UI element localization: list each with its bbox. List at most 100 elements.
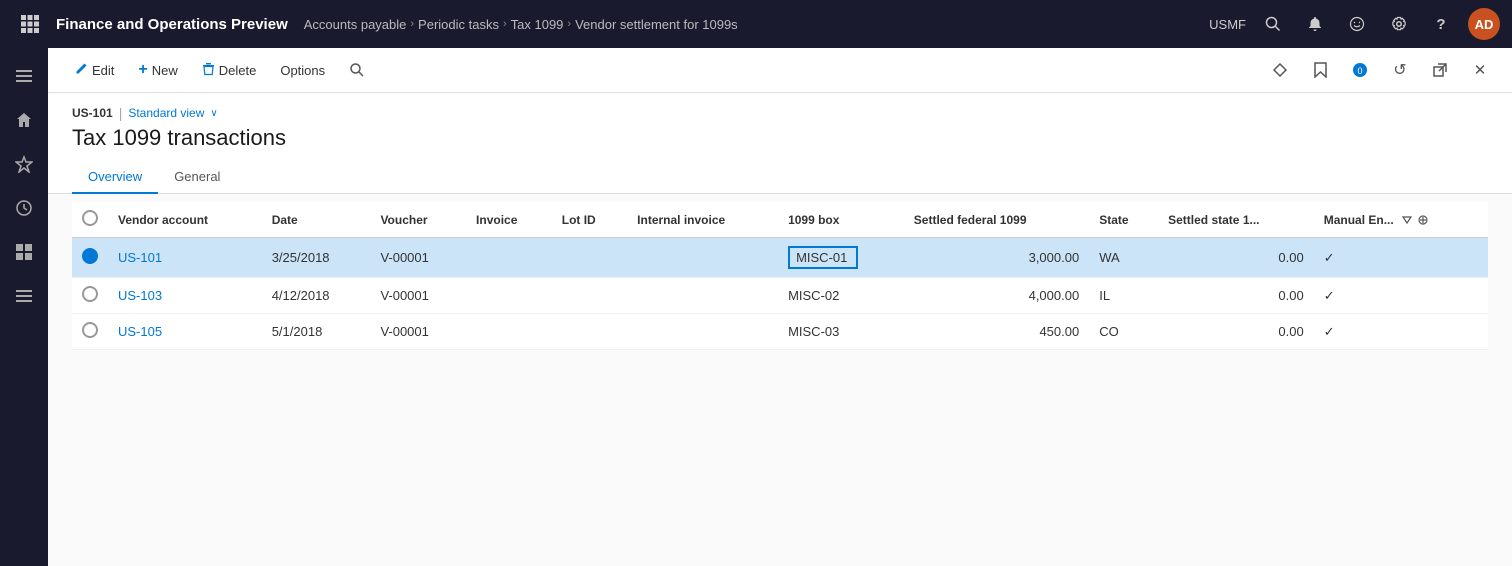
box-1099-selected-1[interactable]: MISC-01 (788, 246, 858, 269)
header-1099-box[interactable]: 1099 box (778, 202, 904, 238)
settled-federal-cell-1: 3,000.00 (904, 238, 1089, 278)
settled-federal-cell-2: 4,000.00 (904, 278, 1089, 314)
vendor-account-cell-3[interactable]: US-105 (108, 314, 262, 350)
voucher-cell-3: V-00001 (370, 314, 466, 350)
header-voucher[interactable]: Voucher (370, 202, 466, 238)
toolbar: Edit + New Delete Options (48, 48, 1512, 93)
delete-button[interactable]: Delete (192, 57, 267, 84)
table-row[interactable]: US-105 5/1/2018 V-00001 MISC-03 450.00 C… (72, 314, 1488, 350)
page-header: US-101 | Standard view ∨ Tax 1099 transa… (48, 93, 1512, 161)
breadcrumb-sep-3: › (567, 18, 571, 30)
app-title: Finance and Operations Preview (56, 16, 304, 33)
internal-invoice-cell-2 (627, 278, 778, 314)
bell-icon[interactable] (1300, 9, 1330, 39)
sidebar-recent[interactable] (4, 188, 44, 228)
top-nav: Finance and Operations Preview Accounts … (0, 0, 1512, 48)
internal-invoice-cell-3 (627, 314, 778, 350)
vendor-account-cell-2[interactable]: US-103 (108, 278, 262, 314)
trash-icon (202, 62, 215, 79)
table-row[interactable]: US-101 3/25/2018 V-00001 MISC-01 3,000.0… (72, 238, 1488, 278)
breadcrumb-item-3[interactable]: Tax 1099 (511, 17, 564, 32)
sidebar-favorites[interactable] (4, 144, 44, 184)
sidebar-hamburger[interactable] (4, 56, 44, 96)
bookmark-icon[interactable] (1304, 54, 1336, 86)
header-state[interactable]: State (1089, 202, 1158, 238)
main-layout: Edit + New Delete Options (0, 48, 1512, 566)
view-chevron-icon[interactable]: ∨ (210, 108, 217, 119)
search-button[interactable] (339, 57, 375, 83)
manual-en-cell-1: ✓ (1314, 238, 1488, 278)
check-icon-3: ✓ (1324, 324, 1335, 339)
data-table: Vendor account Date Voucher Invoice Lot … (72, 202, 1488, 350)
breadcrumb-sep-2: › (503, 18, 507, 30)
header-date[interactable]: Date (262, 202, 371, 238)
diamond-icon[interactable] (1264, 54, 1296, 86)
close-icon[interactable]: ✕ (1464, 54, 1496, 86)
search-icon-top[interactable] (1258, 9, 1288, 39)
state-cell-1: WA (1089, 238, 1158, 278)
invoice-cell-2 (466, 278, 552, 314)
avatar[interactable]: AD (1468, 8, 1500, 40)
view-name-selector[interactable]: Standard view (128, 106, 204, 120)
toolbar-right: 0 ↺ ✕ (1264, 54, 1496, 86)
plus-icon: + (138, 61, 147, 79)
box-1099-cell-1[interactable]: MISC-01 (778, 238, 904, 278)
voucher-cell-2: V-00001 (370, 278, 466, 314)
svg-text:0: 0 (1357, 66, 1362, 76)
sidebar-workspace[interactable] (4, 232, 44, 272)
table-row[interactable]: US-103 4/12/2018 V-00001 MISC-02 4,000.0… (72, 278, 1488, 314)
smiley-icon[interactable] (1342, 9, 1372, 39)
app-grid-button[interactable] (12, 6, 48, 42)
options-button[interactable]: Options (270, 58, 335, 83)
tab-overview[interactable]: Overview (72, 161, 158, 194)
top-nav-right: USMF ? AD (1209, 8, 1500, 40)
org-label: USMF (1209, 17, 1246, 32)
sidebar-home[interactable] (4, 100, 44, 140)
gear-icon[interactable] (1384, 9, 1414, 39)
lot-id-cell-1 (552, 238, 627, 278)
header-vendor-account[interactable]: Vendor account (108, 202, 262, 238)
tab-general[interactable]: General (158, 161, 236, 194)
vendor-account-cell[interactable]: US-101 (108, 238, 262, 278)
sidebar (0, 48, 48, 566)
state-cell-2: IL (1089, 278, 1158, 314)
question-icon[interactable]: ? (1426, 9, 1456, 39)
breadcrumb: Accounts payable › Periodic tasks › Tax … (304, 17, 1209, 32)
breadcrumb-item-1[interactable]: Accounts payable (304, 17, 407, 32)
invoice-cell-1 (466, 238, 552, 278)
row-radio-cell-2[interactable] (72, 278, 108, 314)
breadcrumb-item-4[interactable]: Vendor settlement for 1099s (575, 17, 738, 32)
vendor-account-link-1[interactable]: US-101 (118, 250, 162, 265)
edit-button[interactable]: Edit (64, 57, 124, 84)
header-settled-state[interactable]: Settled state 1... (1158, 202, 1314, 238)
date-cell-3: 5/1/2018 (262, 314, 371, 350)
sidebar-modules[interactable] (4, 276, 44, 316)
header-manual-en[interactable]: Manual En... (1314, 202, 1488, 238)
header-lot-id[interactable]: Lot ID (552, 202, 627, 238)
vendor-account-link-3[interactable]: US-105 (118, 324, 162, 339)
voucher-cell-1: V-00001 (370, 238, 466, 278)
header-settled-federal[interactable]: Settled federal 1099 (904, 202, 1089, 238)
check-icon-2: ✓ (1324, 288, 1335, 303)
lot-id-cell-2 (552, 278, 627, 314)
row-radio-2[interactable] (82, 286, 98, 302)
row-radio-cell-3[interactable] (72, 314, 108, 350)
new-button[interactable]: + New (128, 56, 187, 84)
vendor-account-link-2[interactable]: US-103 (118, 288, 162, 303)
select-all-checkbox[interactable] (82, 210, 98, 226)
breadcrumb-item-2[interactable]: Periodic tasks (418, 17, 499, 32)
refresh-icon[interactable]: ↺ (1384, 54, 1416, 86)
row-radio-1[interactable] (82, 248, 98, 264)
invoice-cell-3 (466, 314, 552, 350)
box-1099-cell-3: MISC-03 (778, 314, 904, 350)
row-radio-cell[interactable] (72, 238, 108, 278)
content-area: Edit + New Delete Options (48, 48, 1512, 566)
header-internal-invoice[interactable]: Internal invoice (627, 202, 778, 238)
row-radio-3[interactable] (82, 322, 98, 338)
date-cell-2: 4/12/2018 (262, 278, 371, 314)
settled-state-cell-2: 0.00 (1158, 278, 1314, 314)
notification-badge-icon[interactable]: 0 (1344, 54, 1376, 86)
popout-icon[interactable] (1424, 54, 1456, 86)
header-invoice[interactable]: Invoice (466, 202, 552, 238)
table-header-row: Vendor account Date Voucher Invoice Lot … (72, 202, 1488, 238)
